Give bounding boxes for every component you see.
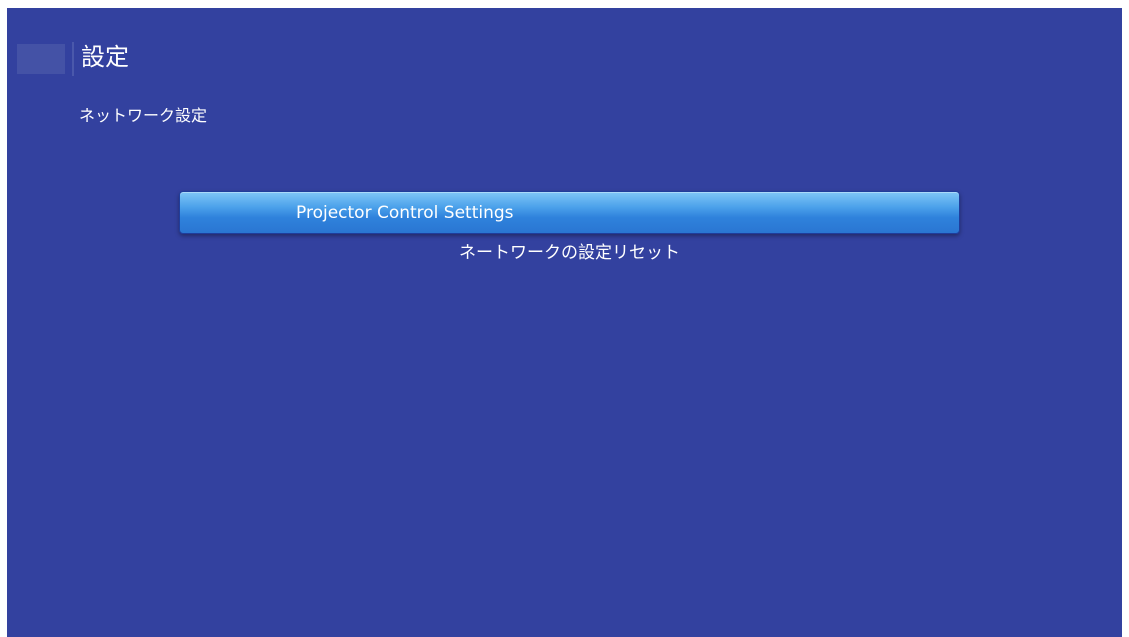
breadcrumb: ネットワーク設定	[79, 106, 208, 125]
settings-category-icon	[17, 44, 65, 74]
page-title: 設定	[81, 43, 129, 71]
header-divider	[72, 42, 74, 76]
settings-screen: 設定 ネットワーク設定 Projector Control Settings ネ…	[7, 8, 1122, 637]
menu-item-projector-control-settings[interactable]: Projector Control Settings	[179, 191, 960, 234]
menu-item-network-reset[interactable]: ネートワークの設定リセット	[179, 242, 960, 285]
menu-item-label: Projector Control Settings	[296, 203, 514, 223]
menu-item-label: ネートワークの設定リセット	[459, 243, 680, 263]
settings-menu: Projector Control Settings ネートワークの設定リセット	[179, 191, 960, 293]
